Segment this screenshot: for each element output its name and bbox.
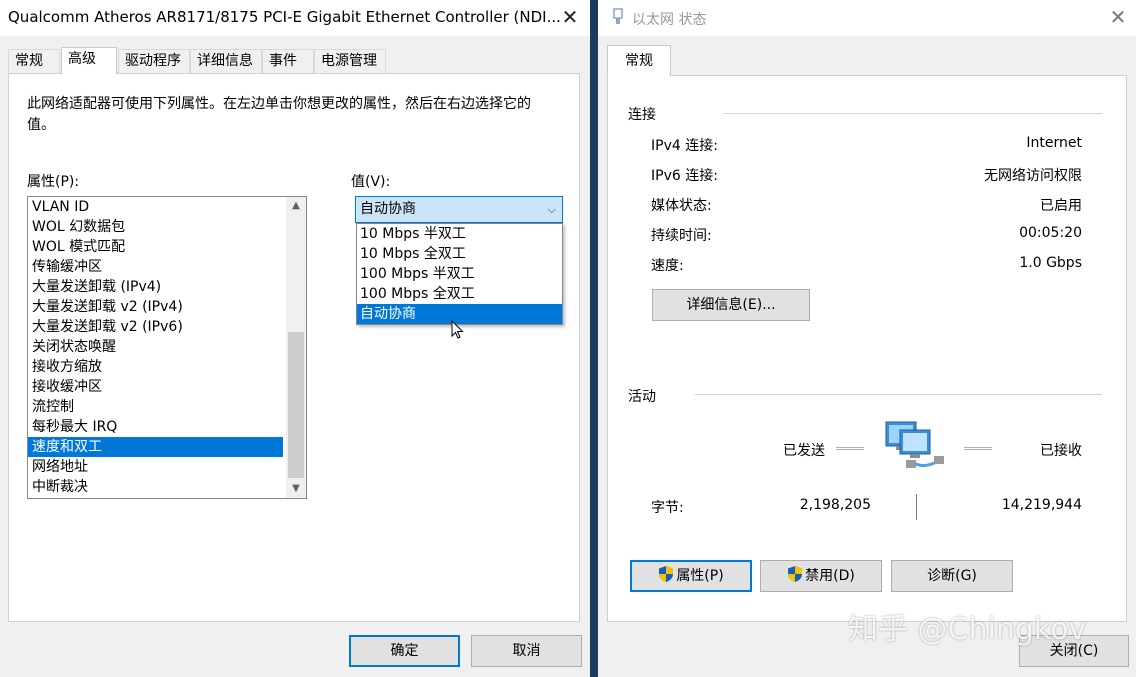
dropdown-option[interactable]: 100 Mbps 半双工: [357, 264, 562, 284]
tab-general[interactable]: 常规: [8, 49, 60, 73]
tab-general[interactable]: 常规: [607, 45, 671, 76]
ipv4-label: IPv4 连接:: [651, 138, 718, 154]
group-divider: [695, 394, 1102, 395]
close-icon[interactable]: ✕: [1098, 0, 1136, 36]
dropdown-option[interactable]: 10 Mbps 半双工: [357, 224, 562, 244]
speed-value: 1.0 Gbps: [1019, 255, 1082, 271]
bytes-received-value: 14,219,944: [1001, 497, 1082, 513]
ipv4-value: Internet: [1026, 135, 1082, 151]
window-divider: [590, 0, 598, 677]
uac-shield-icon: [659, 566, 674, 582]
sent-label: 已发送: [783, 443, 825, 459]
ethernet-plug-icon: [613, 8, 623, 24]
ethernet-status-window: 以太网 状态 ✕ 常规 连接 IPv4 连接: Internet IPv6 连接…: [598, 0, 1136, 677]
list-item[interactable]: 接收缓冲区: [28, 377, 283, 397]
tab-advanced[interactable]: 高级: [61, 47, 117, 74]
bytes-sent-value: 2,198,205: [799, 497, 871, 513]
bytes-label: 字节:: [651, 500, 684, 516]
window-title: Qualcomm Atheros AR8171/8175 PCI-E Gigab…: [8, 8, 561, 26]
disable-button[interactable]: 禁用(D): [760, 560, 882, 592]
list-item[interactable]: 大量发送卸载 v2 (IPv6): [28, 317, 283, 337]
bytes-divider: [916, 494, 917, 520]
network-computers-icon: [885, 421, 944, 468]
media-state-value: 已启用: [1040, 198, 1082, 214]
properties-button-label: 属性(P): [676, 568, 724, 584]
combo-value: 自动协商: [360, 201, 416, 217]
list-item[interactable]: 大量发送卸载 (IPv4): [28, 277, 283, 297]
scrollbar-thumb[interactable]: [288, 332, 304, 478]
scroll-down-icon[interactable]: ▼: [286, 480, 306, 498]
list-item[interactable]: 关闭状态唤醒: [28, 337, 283, 357]
tab-events[interactable]: 事件: [262, 49, 314, 73]
received-line: [964, 447, 992, 450]
properties-button[interactable]: 属性(P): [630, 560, 752, 592]
group-divider: [723, 113, 1102, 114]
speed-label: 速度:: [651, 258, 684, 274]
property-list[interactable]: VLAN ID WOL 幻数据包 WOL 模式匹配 传输缓冲区 大量发送卸载 (…: [27, 196, 307, 499]
scroll-up-icon[interactable]: ▲: [286, 197, 306, 215]
duration-value: 00:05:20: [1019, 225, 1082, 241]
list-item[interactable]: 中断裁决: [28, 477, 283, 497]
close-icon[interactable]: ✕: [550, 0, 590, 36]
tab-driver[interactable]: 驱动程序: [118, 49, 190, 73]
list-item[interactable]: VLAN ID: [28, 197, 283, 217]
property-label: 属性(P):: [27, 174, 80, 190]
activity-group-label: 活动: [628, 389, 656, 405]
list-item[interactable]: 传输缓冲区: [28, 257, 283, 277]
status-panel: 连接 IPv4 连接: Internet IPv6 连接: 无网络访问权限 媒体…: [607, 75, 1127, 622]
list-item[interactable]: 每秒最大 IRQ: [28, 417, 283, 437]
description-text: 此网络适配器可使用下列属性。在左边单击你想更改的属性，然后在右边选择它的值。: [27, 96, 531, 133]
advanced-panel: 此网络适配器可使用下列属性。在左边单击你想更改的属性，然后在右边选择它的值。 属…: [8, 73, 580, 622]
duration-label: 持续时间:: [651, 228, 712, 244]
adapter-properties-window: Qualcomm Atheros AR8171/8175 PCI-E Gigab…: [0, 0, 590, 677]
ipv6-value: 无网络访问权限: [984, 168, 1082, 184]
tab-details[interactable]: 详细信息: [190, 49, 262, 73]
disable-button-label: 禁用(D): [805, 568, 855, 584]
window-title: 以太网 状态: [632, 12, 707, 28]
received-label: 已接收: [1040, 443, 1082, 459]
mouse-cursor-icon: [451, 320, 464, 339]
list-item[interactable]: 流控制: [28, 397, 283, 417]
list-item[interactable]: 网络地址: [28, 457, 283, 477]
watermark-text: 知乎 @Chingkov: [848, 612, 1087, 647]
uac-shield-icon: [788, 566, 803, 582]
connection-group-label: 连接: [628, 107, 656, 123]
tab-power-management[interactable]: 电源管理: [314, 49, 386, 73]
dropdown-option[interactable]: 10 Mbps 全双工: [357, 244, 562, 264]
title-bar: Qualcomm Atheros AR8171/8175 PCI-E Gigab…: [0, 0, 590, 36]
ipv6-label: IPv6 连接:: [651, 168, 718, 184]
cancel-button[interactable]: 取消: [471, 635, 582, 667]
details-button[interactable]: 详细信息(E)...: [652, 289, 810, 321]
list-item[interactable]: WOL 幻数据包: [28, 217, 283, 237]
media-state-label: 媒体状态:: [651, 198, 712, 214]
value-dropdown[interactable]: 10 Mbps 半双工 10 Mbps 全双工 100 Mbps 半双工 100…: [356, 223, 563, 325]
sent-line: [836, 447, 864, 450]
vertical-scrollbar[interactable]: ▲ ▼: [286, 197, 306, 498]
value-combobox[interactable]: 自动协商 ⌵: [355, 196, 563, 223]
value-label: 值(V):: [351, 174, 391, 190]
list-item[interactable]: WOL 模式匹配: [28, 237, 283, 257]
list-item-selected[interactable]: 速度和双工: [28, 437, 283, 457]
list-item[interactable]: 大量发送卸载 v2 (IPv4): [28, 297, 283, 317]
ok-button[interactable]: 确定: [349, 635, 460, 667]
dropdown-option[interactable]: 100 Mbps 全双工: [357, 284, 562, 304]
diagnose-button[interactable]: 诊断(G): [891, 560, 1013, 592]
chevron-down-icon[interactable]: ⌵: [548, 197, 556, 222]
title-bar: 以太网 状态 ✕: [598, 0, 1136, 36]
list-item[interactable]: 接收方缩放: [28, 357, 283, 377]
